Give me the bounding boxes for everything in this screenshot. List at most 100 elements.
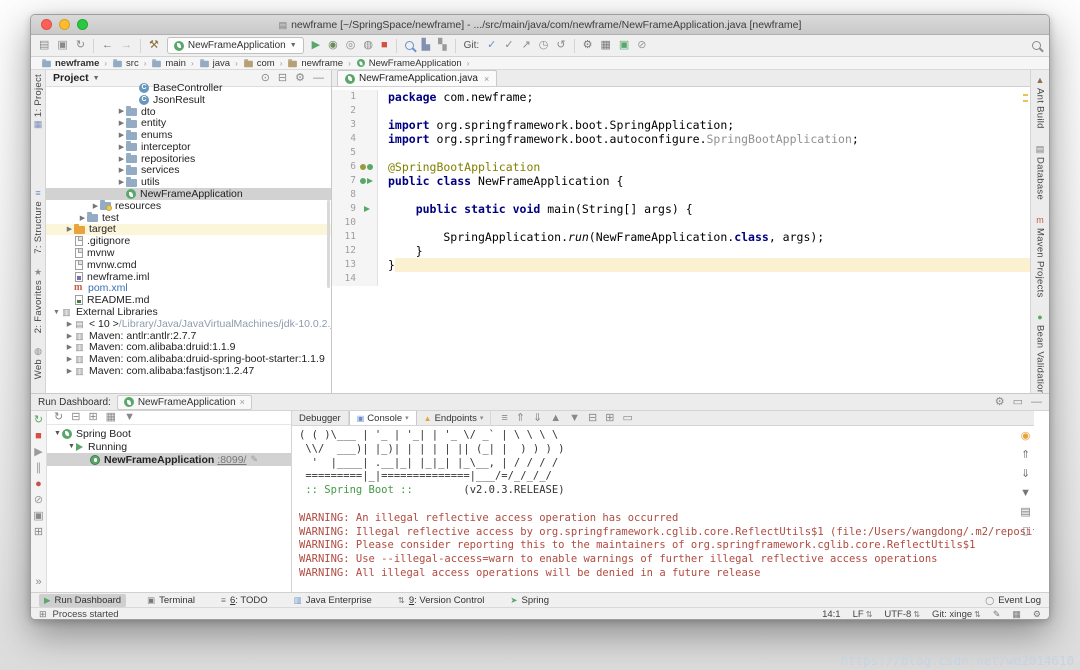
build-icon[interactable]: ⚒ <box>149 40 159 51</box>
collapse-all-icon[interactable]: ⊟ <box>71 412 80 423</box>
tree-item-maven--antlr-antlr-2-7-7[interactable]: ▶▥Maven: antlr:antlr:2.7.7 <box>46 330 331 342</box>
tree-item-utils[interactable]: ▶utils <box>46 176 331 188</box>
expand-arrow-icon[interactable]: ▶ <box>91 202 100 210</box>
inspections-profile-icon[interactable]: ⚙ <box>1033 609 1041 620</box>
tool-window-button----project[interactable]: 1: Project▦ <box>33 74 44 129</box>
push-icon[interactable]: ↗ <box>522 40 531 51</box>
dashboard-item-running[interactable]: ▼Running <box>47 440 291 453</box>
tree-item---10--[interactable]: ▶▤< 10 > /Library/Java/JavaVirtualMachin… <box>46 318 331 330</box>
restore-layout-icon[interactable]: ⊞ <box>34 527 43 538</box>
tree-item-mvnw-cmd[interactable]: mvnw.cmd <box>46 259 331 271</box>
run-dashboard-tab[interactable]: NewFrameApplication × <box>117 395 252 410</box>
spring-bean-icon[interactable] <box>360 178 366 184</box>
run-main-icon[interactable] <box>364 206 370 212</box>
gutter[interactable]: 3 <box>332 118 378 132</box>
expand-arrow-icon[interactable]: ▶ <box>117 155 126 163</box>
dashboard-item-newframeapplication[interactable]: NewFrameApplication:8099/✎ <box>47 453 291 466</box>
readonly-icon[interactable]: ✎ <box>993 609 1001 620</box>
gutter[interactable]: 14 <box>332 272 378 286</box>
expand-all-icon[interactable]: ⊞ <box>88 412 97 423</box>
hide-icon[interactable]: — <box>1031 397 1042 408</box>
tree-item--gitignore[interactable]: .gitignore <box>46 235 331 247</box>
scroll-bottom-icon[interactable]: ▼ <box>569 413 580 424</box>
sync-icon[interactable]: ↻ <box>76 40 85 51</box>
gutter[interactable]: 12 <box>332 244 378 258</box>
jump-to-end-icon[interactable]: ▼ <box>1020 488 1031 499</box>
status-utf-8[interactable]: UTF-8⇅ <box>884 609 920 620</box>
more-icon[interactable]: » <box>35 577 41 588</box>
code-editor[interactable]: 1package com.newframe;23import org.sprin… <box>332 87 1030 393</box>
clear-console-icon[interactable]: ▯ <box>1023 526 1029 537</box>
tree-item-pom-xml[interactable]: pom.xml <box>46 283 331 295</box>
scroll-down-icon[interactable]: ⇓ <box>533 413 542 424</box>
tool-window-button-database[interactable]: ▤Database <box>1035 145 1046 200</box>
background-tasks-icon[interactable]: ▦ <box>1012 609 1021 620</box>
gutter[interactable]: 11 <box>332 230 378 244</box>
show-config-icon[interactable]: ↻ <box>54 412 63 423</box>
no-breakpoints-icon[interactable]: ⊘ <box>34 495 43 506</box>
expand-arrow-icon[interactable]: ▼ <box>67 443 76 450</box>
breadcrumb-item-main[interactable]: main <box>151 58 186 69</box>
close-icon[interactable]: × <box>240 397 245 407</box>
rerun-icon[interactable]: ↻ <box>34 415 43 426</box>
tool-window-button-bean-validation[interactable]: ●Bean Validation <box>1035 313 1046 395</box>
tool-window-button-ant-build[interactable]: ▲Ant Build <box>1035 76 1046 129</box>
profiler-icon[interactable]: ◍ <box>363 40 373 51</box>
stop-icon[interactable]: ■ <box>381 40 388 51</box>
clear-icon[interactable]: ▭ <box>622 413 632 424</box>
rerun-highlight-icon[interactable]: ◉ <box>1021 431 1031 442</box>
expand-arrow-icon[interactable]: ▶ <box>65 225 74 233</box>
gutter[interactable]: 1 <box>332 90 378 104</box>
run-class-icon[interactable] <box>367 178 373 184</box>
markdown-icon[interactable]: ▣ <box>619 40 629 51</box>
close-icon[interactable]: × <box>484 74 489 84</box>
status-git[interactable]: Git: xinge⇅ <box>932 609 981 620</box>
gutter[interactable]: 9 <box>332 202 378 216</box>
event-log-button[interactable]: ◯Event Log <box>985 595 1041 606</box>
tree-item-readme-md[interactable]: README.md <box>46 294 331 306</box>
console-body[interactable]: ( ( )\___ | '_ | '_| | '_ \/ _` | \ \ \ … <box>292 426 1034 592</box>
expand-arrow-icon[interactable]: ▶ <box>117 119 126 127</box>
project-structure-icon[interactable]: ▦ <box>600 40 610 51</box>
tree-item-mvnw[interactable]: mvnw <box>46 247 331 259</box>
tree-item-maven--com-alibaba-druid-spring-boot-starter-1-1-9[interactable]: ▶▥Maven: com.alibaba:druid-spring-boot-s… <box>46 353 331 365</box>
tool-window-button----structure[interactable]: ≡7: Structure <box>33 189 44 254</box>
float-icon[interactable]: ▭ <box>1013 397 1023 408</box>
settings-icon[interactable]: ⚙ <box>995 397 1005 408</box>
tool-windows-toggle-icon[interactable]: ⊞ <box>39 609 47 620</box>
uml-icon[interactable]: ▙ <box>422 40 430 51</box>
spring-bean-icon[interactable] <box>367 164 373 170</box>
tab-debugger[interactable]: Debugger <box>292 411 349 425</box>
search-icon[interactable] <box>405 41 414 50</box>
save-icon[interactable]: ▣ <box>57 40 67 51</box>
scroll-up-icon[interactable]: ⇑ <box>516 413 525 424</box>
tree-item-target[interactable]: ▶target <box>46 224 331 236</box>
tool-window-button-run-dashboard[interactable]: ▶Run Dashboard <box>39 594 126 607</box>
tree-item-newframe-iml[interactable]: newframe.iml <box>46 271 331 283</box>
search-everywhere-icon[interactable] <box>1032 41 1041 50</box>
status-lf[interactable]: LF⇅ <box>853 609 873 620</box>
expand-arrow-icon[interactable]: ▶ <box>65 355 74 363</box>
tool-window-button----favorites[interactable]: ★2: Favorites <box>33 268 44 333</box>
breadcrumb-item-NewFrameApplication[interactable]: NewFrameApplication <box>356 58 462 69</box>
power-save-icon[interactable]: ⊘ <box>637 40 646 51</box>
tree-item-dto[interactable]: ▶dto <box>46 106 331 118</box>
breadcrumb-item-com[interactable]: com <box>243 58 275 69</box>
tree-item-jsonresult[interactable]: JsonResult <box>46 94 331 106</box>
tab-console[interactable]: ▣Console▾ <box>349 411 417 425</box>
collapse-regions-icon[interactable]: ⊟ <box>588 413 597 424</box>
breadcrumb-item-newframe[interactable]: newframe <box>287 58 343 69</box>
gutter[interactable]: 5 <box>332 146 378 160</box>
expand-arrow-icon[interactable]: ▶ <box>117 107 126 115</box>
coverage-icon[interactable]: ◎ <box>346 40 356 51</box>
next-occurrence-icon[interactable]: ⇓ <box>1021 469 1030 480</box>
edit-icon[interactable]: ✎ <box>250 454 258 465</box>
filter-icon[interactable]: ▼ <box>124 412 135 423</box>
open-icon[interactable]: ▤ <box>39 40 49 51</box>
debug-icon[interactable]: ◉ <box>328 40 338 51</box>
dashboard-item-spring-boot[interactable]: ▼Spring Boot <box>47 427 291 440</box>
history-icon[interactable]: ◷ <box>539 40 549 51</box>
warning-mark[interactable] <box>1023 100 1028 102</box>
expand-arrow-icon[interactable]: ▶ <box>65 320 74 328</box>
expand-arrow-icon[interactable]: ▶ <box>65 343 74 351</box>
